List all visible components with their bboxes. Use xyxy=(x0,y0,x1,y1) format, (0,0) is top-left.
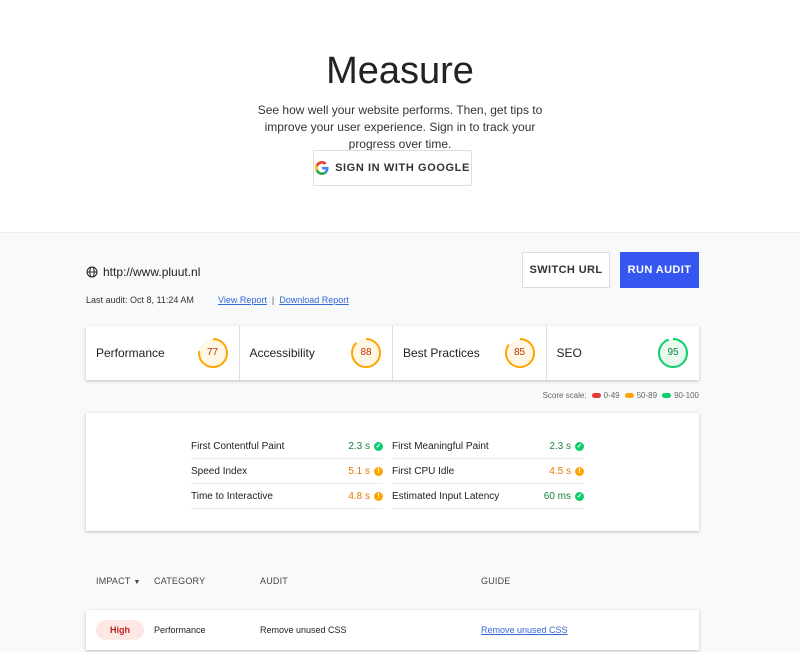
scale-dot xyxy=(662,393,672,398)
metric-estimated-input-latency: Estimated Input Latency 60 ms ✓ xyxy=(392,484,584,509)
sign-in-with-google-button[interactable]: SIGN IN WITH GOOGLE xyxy=(313,150,472,186)
metric-label: Speed Index xyxy=(191,465,248,477)
metrics-card: First Contentful Paint 2.3 s ✓ First Mean… xyxy=(86,413,699,531)
score-scale-label: Score scale: xyxy=(542,391,587,400)
metric-value: 2.3 s ✓ xyxy=(549,441,584,452)
impact-badge: High xyxy=(96,620,144,640)
row-audit: Remove unused CSS xyxy=(260,625,347,635)
hero-description: See how well your website performs. Then… xyxy=(257,103,543,151)
audit-column-header: AUDIT xyxy=(260,576,288,586)
score-gauge: 85 xyxy=(504,337,536,369)
report-section: http://www.pluut.nl Last audit: Oct 8, 1… xyxy=(0,232,800,652)
category-scores: Performance 77 Accessibility 88 Best Pra… xyxy=(86,326,699,380)
metric-value: 5.1 s! xyxy=(348,466,383,477)
scale-dot xyxy=(591,393,601,398)
metric-value: 4.8 s! xyxy=(348,491,383,502)
warning-icon: ! xyxy=(575,466,584,476)
sort-caret-icon: ▼ xyxy=(133,579,141,586)
sign-in-label: SIGN IN WITH GOOGLE xyxy=(335,162,470,174)
metric-value-text: 60 ms xyxy=(543,490,571,502)
score-label: Best Practices xyxy=(403,346,480,360)
switch-url-button[interactable]: SWITCH URL xyxy=(522,252,610,288)
metric-value: 4.5 s! xyxy=(549,466,584,477)
audited-url: http://www.pluut.nl xyxy=(103,265,201,279)
metric-time-to-interactive: Time to Interactive 4.8 s! xyxy=(191,484,383,509)
score-performance[interactable]: Performance 77 xyxy=(86,326,240,380)
report-links: View Report | Download Report xyxy=(218,295,349,305)
metric-speed-index: Speed Index 5.1 s! xyxy=(191,459,383,484)
check-icon: ✓ xyxy=(575,441,584,451)
metric-value-text: 2.3 s xyxy=(348,440,370,452)
metric-label: Time to Interactive xyxy=(191,490,273,502)
metrics-grid: First Contentful Paint 2.3 s ✓ First Mean… xyxy=(191,434,584,509)
warning-icon: ! xyxy=(374,491,383,501)
score-scale: Score scale: 0-49 50-89 90-100 xyxy=(543,391,699,400)
view-report-link[interactable]: View Report xyxy=(218,295,267,305)
row-category: Performance xyxy=(154,625,206,635)
metric-label: First Contentful Paint xyxy=(191,440,285,452)
google-icon xyxy=(315,161,329,175)
metric-value: 60 ms ✓ xyxy=(544,491,584,502)
scale-dot xyxy=(624,393,634,398)
metric-first-cpu-idle: First CPU Idle 4.5 s! xyxy=(392,459,584,484)
score-value: 95 xyxy=(667,347,679,358)
metric-value-text: 5.1 s xyxy=(348,465,370,477)
run-audit-button[interactable]: RUN AUDIT xyxy=(620,252,699,288)
score-label: Accessibility xyxy=(249,346,315,360)
score-gauge: 77 xyxy=(197,337,229,369)
scale-range-label: 90-100 xyxy=(674,391,699,400)
scale-range-label: 50-89 xyxy=(636,391,658,400)
row-guide-link[interactable]: Remove unused CSS xyxy=(481,625,568,635)
category-column-header: CATEGORY xyxy=(154,576,206,586)
check-icon: ✓ xyxy=(575,491,584,501)
score-gauge: 95 xyxy=(657,337,689,369)
globe-icon xyxy=(86,266,98,278)
last-audit-text: Last audit: Oct 8, 11:24 AM xyxy=(86,295,194,305)
score-label: SEO xyxy=(556,346,582,360)
scale-range-average: 50-89 xyxy=(624,391,658,400)
score-gauge: 88 xyxy=(350,337,382,369)
link-separator: | xyxy=(271,295,275,305)
metric-first-meaningful-paint: First Meaningful Paint 2.3 s ✓ xyxy=(392,434,584,459)
score-accessibility[interactable]: Accessibility 88 xyxy=(240,326,393,380)
metric-label: Estimated Input Latency xyxy=(392,490,500,502)
warning-icon: ! xyxy=(374,466,383,476)
hero-section: Measure See how well your website perfor… xyxy=(0,0,800,232)
guide-column-header: GUIDE xyxy=(481,576,511,586)
score-value: 85 xyxy=(513,347,526,358)
score-label: Performance xyxy=(96,346,165,360)
metric-value: 2.3 s ✓ xyxy=(348,441,383,452)
metric-value-text: 4.8 s xyxy=(348,490,370,502)
score-value: 88 xyxy=(360,347,372,358)
score-value: 77 xyxy=(206,347,219,358)
scale-range-label: 0-49 xyxy=(603,391,620,400)
table-row[interactable]: High Performance Remove unused CSS Remov… xyxy=(86,610,699,650)
metric-value-text: 4.5 s xyxy=(549,465,571,477)
url-display: http://www.pluut.nl xyxy=(86,265,200,279)
scale-range-good: 90-100 xyxy=(662,391,699,400)
metric-first-contentful-paint: First Contentful Paint 2.3 s ✓ xyxy=(191,434,383,459)
page-title: Measure xyxy=(326,50,474,92)
scale-range-poor: 0-49 xyxy=(591,391,620,400)
score-seo[interactable]: SEO 95 xyxy=(547,326,700,380)
impact-header-label: IMPACT xyxy=(96,576,131,586)
score-best-practices[interactable]: Best Practices 85 xyxy=(393,326,547,380)
metric-label: First Meaningful Paint xyxy=(392,440,489,452)
download-report-link[interactable]: Download Report xyxy=(279,295,349,305)
metric-value-text: 2.3 s xyxy=(549,440,571,452)
metric-label: First CPU Idle xyxy=(392,465,455,477)
impact-column-header[interactable]: IMPACT ▼ xyxy=(96,576,141,586)
check-icon: ✓ xyxy=(374,441,383,451)
